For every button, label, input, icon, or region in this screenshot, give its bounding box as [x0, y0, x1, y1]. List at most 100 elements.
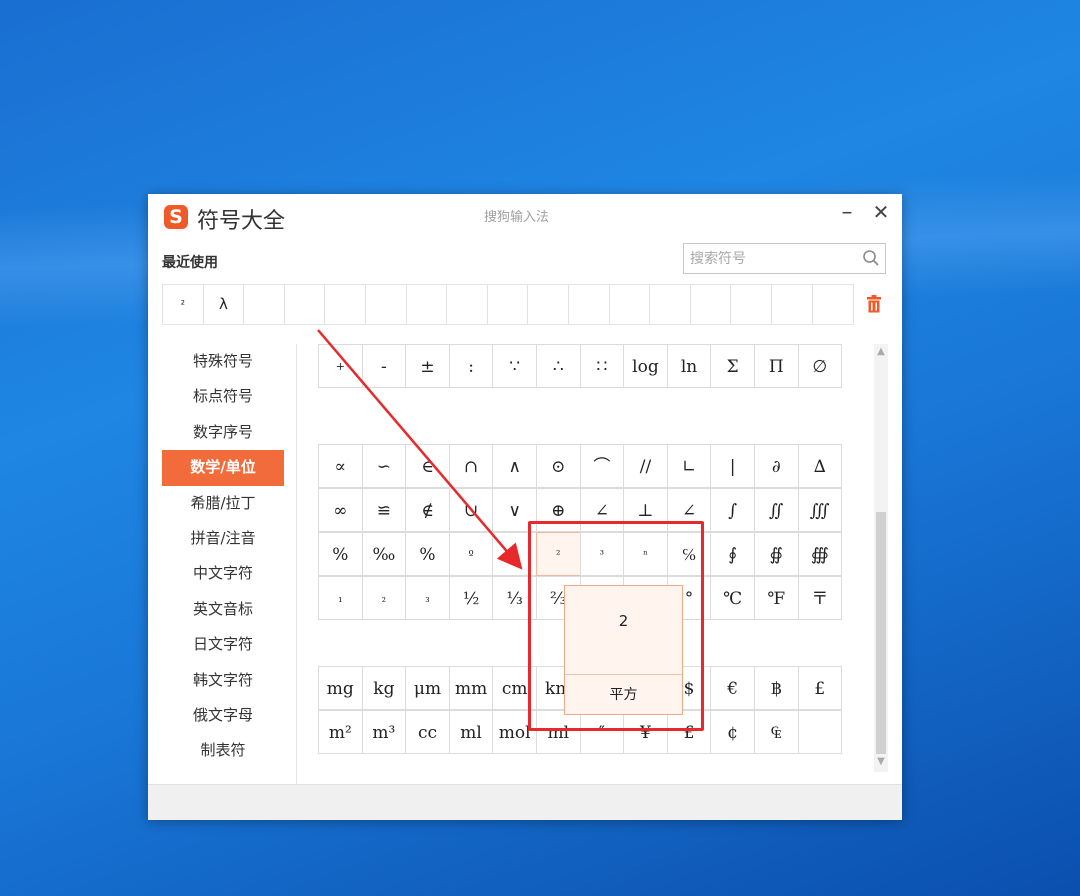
symbol-cell[interactable]: ∽	[361, 444, 407, 488]
symbol-cell[interactable]: ∧	[492, 444, 537, 488]
symbol-cell[interactable]: ∫	[710, 488, 755, 532]
symbol-cell[interactable]: ∩	[448, 444, 494, 488]
sidebar-item[interactable]: 英文音标	[162, 592, 284, 627]
symbol-cell[interactable]: ℉	[753, 576, 799, 620]
search-box[interactable]	[683, 243, 886, 274]
minimize-button[interactable]: –	[836, 200, 858, 226]
symbol-cell[interactable]: mm	[448, 666, 494, 710]
symbol-cell[interactable]: ∝	[318, 444, 363, 488]
symbol-cell[interactable]: ∆	[797, 444, 843, 488]
symbol-cell[interactable]: ∈	[405, 444, 450, 488]
sidebar-item[interactable]: 制表符	[162, 733, 284, 768]
symbol-cell[interactable]: ∬	[753, 488, 799, 532]
scroll-thumb[interactable]	[876, 512, 886, 754]
symbol-cell[interactable]: ₃	[405, 576, 450, 620]
symbol-cell[interactable]: ฿	[753, 666, 799, 710]
symbol-cell[interactable]	[797, 710, 843, 754]
symbol-cell[interactable]: +	[318, 344, 363, 388]
symbol-cell[interactable]: kg	[361, 666, 407, 710]
symbol-window: S 符号大全 搜狗输入法 – ✕ 最近使用 ²λ 特殊符号标点符号数字序号数学/…	[148, 194, 902, 820]
symbol-cell[interactable]: m²	[318, 710, 363, 754]
symbol-cell[interactable]: ∟	[666, 444, 712, 488]
symbol-cell[interactable]: ∭	[797, 488, 843, 532]
symbol-cell[interactable]: ml	[448, 710, 494, 754]
symbol-cell[interactable]: m³	[361, 710, 407, 754]
sidebar-item[interactable]: 标点符号	[162, 379, 284, 414]
symbol-cell[interactable]: :	[448, 344, 494, 388]
symbol-cell[interactable]: ‰	[361, 532, 407, 576]
symbol-cell[interactable]: %	[405, 532, 450, 576]
sidebar-item[interactable]: 俄文字母	[162, 698, 284, 733]
symbol-cell[interactable]: -	[361, 344, 407, 388]
symbol-cell[interactable]: ≌	[361, 488, 407, 532]
search-icon[interactable]	[862, 249, 880, 267]
symbol-cell[interactable]: //	[623, 444, 668, 488]
recent-symbol-cell[interactable]	[407, 285, 448, 324]
symbol-cell[interactable]: ℃	[710, 576, 755, 620]
symbol-cell[interactable]: ∮	[710, 532, 755, 576]
recent-symbol-cell[interactable]	[731, 285, 772, 324]
symbol-cell[interactable]: ½	[448, 576, 494, 620]
recent-symbol-cell[interactable]	[650, 285, 691, 324]
symbol-cell[interactable]: ⌒	[579, 444, 625, 488]
symbol-cell[interactable]: μm	[405, 666, 450, 710]
recent-symbol-cell[interactable]	[447, 285, 488, 324]
recent-symbol-cell[interactable]	[285, 285, 326, 324]
symbol-cell[interactable]: log	[623, 344, 668, 388]
sidebar-item[interactable]: 中文字符	[162, 556, 284, 591]
trash-icon[interactable]	[865, 294, 883, 314]
symbol-cell[interactable]: 〒	[797, 576, 843, 620]
search-input[interactable]	[690, 248, 850, 270]
sidebar-item[interactable]: 拼音/注音	[162, 521, 284, 556]
symbol-cell[interactable]: ₠	[753, 710, 799, 754]
symbol-cell[interactable]: Π	[753, 344, 799, 388]
recent-symbol-cell[interactable]	[813, 285, 854, 324]
symbol-cell[interactable]: €	[710, 666, 755, 710]
symbol-cell[interactable]: º	[448, 532, 494, 576]
recent-symbol-cell[interactable]	[366, 285, 407, 324]
title-bar[interactable]: S 符号大全 搜狗输入法 – ✕	[148, 194, 902, 238]
recent-symbol-cell[interactable]	[569, 285, 610, 324]
symbol-cell[interactable]: ⊙	[535, 444, 581, 488]
recent-symbol-cell[interactable]	[610, 285, 651, 324]
recent-symbol-cell[interactable]	[528, 285, 569, 324]
symbol-cell[interactable]: ±	[405, 344, 450, 388]
sidebar-item[interactable]: 数学/单位	[162, 450, 284, 486]
recent-symbol-cell[interactable]	[488, 285, 529, 324]
symbol-cell[interactable]: ∞	[318, 488, 363, 532]
recent-symbol-cell[interactable]: λ	[204, 285, 245, 324]
sidebar-item[interactable]: 韩文字符	[162, 663, 284, 698]
symbol-cell[interactable]: ₂	[361, 576, 407, 620]
scroll-up-icon[interactable]: ▲	[874, 346, 888, 358]
sidebar-item[interactable]: 数字序号	[162, 415, 284, 450]
symbol-cell[interactable]: ∉	[405, 488, 450, 532]
symbol-cell[interactable]: ∴	[535, 344, 581, 388]
symbol-cell[interactable]: ∅	[797, 344, 843, 388]
recent-symbol-cell[interactable]	[691, 285, 732, 324]
sidebar-item[interactable]: 希腊/拉丁	[162, 486, 284, 521]
symbol-cell[interactable]: |	[710, 444, 755, 488]
close-button[interactable]: ✕	[870, 200, 892, 226]
scrollbar[interactable]: ▲ ▼	[874, 344, 888, 772]
recent-symbol-cell[interactable]: ²	[163, 285, 204, 324]
symbol-cell[interactable]: ∵	[492, 344, 537, 388]
symbol-cell[interactable]: ∂	[753, 444, 799, 488]
recent-symbol-cell[interactable]	[244, 285, 285, 324]
symbol-cell[interactable]: £	[797, 666, 843, 710]
symbol-cell[interactable]: Σ	[710, 344, 755, 388]
recent-symbol-cell[interactable]	[772, 285, 813, 324]
symbol-cell[interactable]: ¢	[710, 710, 755, 754]
scroll-down-icon[interactable]: ▼	[874, 756, 888, 768]
symbol-cell[interactable]: ∯	[753, 532, 799, 576]
recent-symbol-cell[interactable]	[325, 285, 366, 324]
symbol-cell[interactable]: ∷	[579, 344, 625, 388]
symbol-cell[interactable]: ln	[666, 344, 712, 388]
symbol-cell[interactable]: %	[318, 532, 363, 576]
sidebar-item[interactable]: 日文字符	[162, 627, 284, 662]
symbol-cell[interactable]: mg	[318, 666, 363, 710]
symbol-cell[interactable]: cc	[405, 710, 450, 754]
sidebar-item[interactable]: 特殊符号	[162, 344, 284, 379]
symbol-cell[interactable]: ₁	[318, 576, 363, 620]
symbol-cell[interactable]: ∪	[448, 488, 494, 532]
symbol-cell[interactable]: ∰	[797, 532, 843, 576]
